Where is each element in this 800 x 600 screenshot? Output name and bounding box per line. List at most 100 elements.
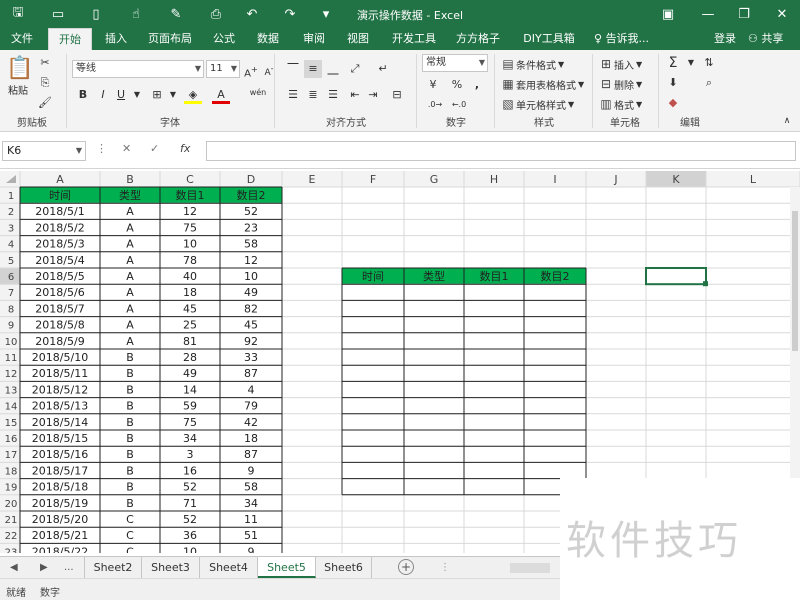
orientation-icon[interactable]: ⤢ bbox=[346, 60, 364, 78]
minimize-icon[interactable]: — bbox=[694, 4, 722, 24]
name-box[interactable]: K6 ▼ bbox=[2, 141, 86, 161]
tell-me-box[interactable]: ♀ 告诉我... bbox=[594, 28, 664, 50]
shrink-font-icon[interactable]: A- bbox=[260, 60, 278, 78]
table-header-cell: 时间 bbox=[49, 189, 71, 202]
tab-view[interactable]: 视图 bbox=[340, 28, 376, 50]
number-format-combo[interactable]: 常规 ▼ bbox=[422, 54, 488, 72]
format-painter-icon[interactable]: 🖌 bbox=[36, 94, 54, 112]
save-icon[interactable]: 🖫 bbox=[8, 4, 28, 24]
table-cell: 18 bbox=[183, 286, 197, 299]
fill-icon[interactable]: ⬇ bbox=[664, 74, 682, 92]
restore-icon[interactable]: ❐ bbox=[730, 4, 758, 24]
next-sheet-icon[interactable]: ▶ bbox=[40, 557, 48, 578]
currency-icon[interactable]: ¥ bbox=[424, 76, 442, 94]
table-cell: 52 bbox=[244, 205, 258, 218]
number-format-value: 常规 bbox=[426, 57, 446, 68]
chevron-down-icon[interactable]: ▼ bbox=[128, 86, 146, 104]
italic-button[interactable]: I bbox=[94, 86, 112, 104]
enter-icon[interactable]: ✓ bbox=[150, 142, 159, 155]
font-name-combo[interactable]: 等线 ▼ bbox=[72, 60, 204, 78]
sheet-tab-sheet2[interactable]: Sheet2 bbox=[84, 557, 142, 578]
status-mode: 数字 bbox=[40, 588, 60, 599]
sheet-tab-sheet4[interactable]: Sheet4 bbox=[200, 557, 258, 578]
share-button[interactable]: ⚇ 共享 bbox=[748, 28, 783, 50]
row-header-5: 5 bbox=[8, 256, 14, 267]
font-color-button[interactable]: A bbox=[212, 86, 230, 104]
table-cell: 2018/5/11 bbox=[32, 367, 88, 380]
row-header-22: 22 bbox=[5, 531, 18, 542]
bold-button[interactable]: B bbox=[74, 86, 92, 104]
tab-review[interactable]: 审阅 bbox=[296, 28, 332, 50]
sign-in-link[interactable]: 登录 bbox=[714, 28, 736, 50]
open-icon[interactable]: ▭ bbox=[48, 4, 68, 24]
tab-file[interactable]: 文件 bbox=[4, 28, 40, 50]
phonetic-guide-button[interactable]: wén bbox=[246, 84, 270, 102]
vertical-scroll-thumb[interactable] bbox=[792, 211, 798, 351]
conditional-formatting-button[interactable]: ▤ 条件格式 ▼ bbox=[500, 56, 564, 72]
cancel-icon[interactable]: ✕ bbox=[122, 142, 131, 155]
autosum-button[interactable]: Σ bbox=[664, 54, 682, 72]
tab-formulas[interactable]: 公式 bbox=[206, 28, 242, 50]
delete-cells-button[interactable]: ⊟ 删除 ▼ bbox=[598, 76, 642, 92]
more-sheets-icon[interactable]: ... bbox=[64, 557, 74, 578]
decrease-decimal-icon[interactable]: ←.0 bbox=[450, 96, 468, 114]
tab-insert[interactable]: 插入 bbox=[98, 28, 134, 50]
increase-decimal-icon[interactable]: .0→ bbox=[426, 96, 444, 114]
find-icon[interactable]: ⌕ bbox=[700, 74, 718, 92]
sheet-tab-sheet5[interactable]: Sheet5 bbox=[258, 557, 316, 578]
paste-button[interactable]: 📋 粘贴 bbox=[4, 54, 33, 98]
cut-icon[interactable]: ✂ bbox=[36, 54, 54, 72]
format-as-table-button[interactable]: ▦ 套用表格格式 ▼ bbox=[500, 76, 584, 92]
sheet-tab-sheet3[interactable]: Sheet3 bbox=[142, 557, 200, 578]
align-top-icon[interactable]: ⎺ bbox=[284, 60, 302, 78]
redo-icon[interactable]: ↷ bbox=[280, 4, 300, 24]
clear-icon[interactable]: ◆ bbox=[664, 94, 682, 112]
chevron-down-icon[interactable]: ▼ bbox=[164, 86, 182, 104]
fill-handle[interactable] bbox=[703, 281, 708, 287]
horizontal-scrollbar[interactable] bbox=[510, 563, 550, 573]
insert-cells-button[interactable]: ⊞ 插入 ▼ bbox=[598, 56, 642, 72]
ribbon-display-icon[interactable]: ▣ bbox=[654, 4, 682, 24]
prev-sheet-icon[interactable]: ◀ bbox=[10, 557, 18, 578]
align-left-icon[interactable]: ☰ bbox=[284, 86, 302, 104]
align-right-icon[interactable]: ☰ bbox=[324, 86, 342, 104]
undo-icon[interactable]: ↶ bbox=[242, 4, 262, 24]
tab-fangfang[interactable]: 方方格子 bbox=[450, 28, 506, 50]
wrap-text-icon[interactable]: ↵ bbox=[374, 60, 392, 78]
add-sheet-icon[interactable]: + bbox=[398, 559, 414, 575]
merge-center-icon[interactable]: ⊟ bbox=[388, 86, 406, 104]
tab-page-layout[interactable]: 页面布局 bbox=[140, 28, 200, 50]
format-cells-button[interactable]: ▥ 格式 ▼ bbox=[598, 96, 642, 112]
tab-developer[interactable]: 开发工具 bbox=[386, 28, 442, 50]
touch-icon[interactable]: ☝ bbox=[126, 4, 146, 24]
decrease-indent-icon[interactable]: ⇤ bbox=[346, 86, 364, 104]
tab-home[interactable]: 开始 bbox=[48, 28, 92, 50]
print-preview-icon[interactable]: ⎙ bbox=[206, 4, 226, 24]
comma-button[interactable]: , bbox=[468, 76, 486, 94]
table-cell: 2018/5/9 bbox=[35, 335, 84, 348]
chevron-down-icon[interactable]: ▼ bbox=[682, 54, 700, 72]
grow-font-icon[interactable]: A+ bbox=[242, 60, 260, 79]
align-bottom-icon[interactable]: ⎽ bbox=[324, 60, 342, 78]
tab-diy-toolbox[interactable]: DIY工具箱 bbox=[516, 28, 582, 50]
percent-button[interactable]: % bbox=[448, 76, 466, 94]
font-size-combo[interactable]: 11 ▼ bbox=[206, 60, 240, 78]
cell-styles-button[interactable]: ▧ 单元格样式 ▼ bbox=[500, 96, 574, 112]
sheet-tab-sheet6[interactable]: Sheet6 bbox=[316, 557, 372, 578]
copy-icon[interactable]: ⎘ bbox=[36, 74, 54, 92]
sort-filter-icon[interactable]: ⇅ bbox=[700, 54, 718, 72]
close-icon[interactable]: ✕ bbox=[768, 4, 796, 24]
selected-cell[interactable] bbox=[645, 267, 707, 286]
new-icon[interactable]: ▯ bbox=[86, 4, 106, 24]
fill-color-icon[interactable]: ◈ bbox=[184, 86, 202, 104]
tab-data[interactable]: 数据 bbox=[250, 28, 286, 50]
align-center-icon[interactable]: ≣ bbox=[304, 86, 322, 104]
collapse-ribbon-icon[interactable]: ∧ bbox=[778, 112, 796, 130]
increase-indent-icon[interactable]: ⇥ bbox=[364, 86, 382, 104]
insert-function-icon[interactable]: fx bbox=[180, 142, 190, 155]
group-separator bbox=[66, 54, 67, 128]
align-middle-icon[interactable]: ≡ bbox=[304, 60, 322, 78]
formula-input[interactable] bbox=[206, 141, 796, 161]
tab-split-icon[interactable]: ⋮ bbox=[440, 557, 450, 578]
toolbox-icon[interactable]: ✎ bbox=[166, 4, 186, 24]
